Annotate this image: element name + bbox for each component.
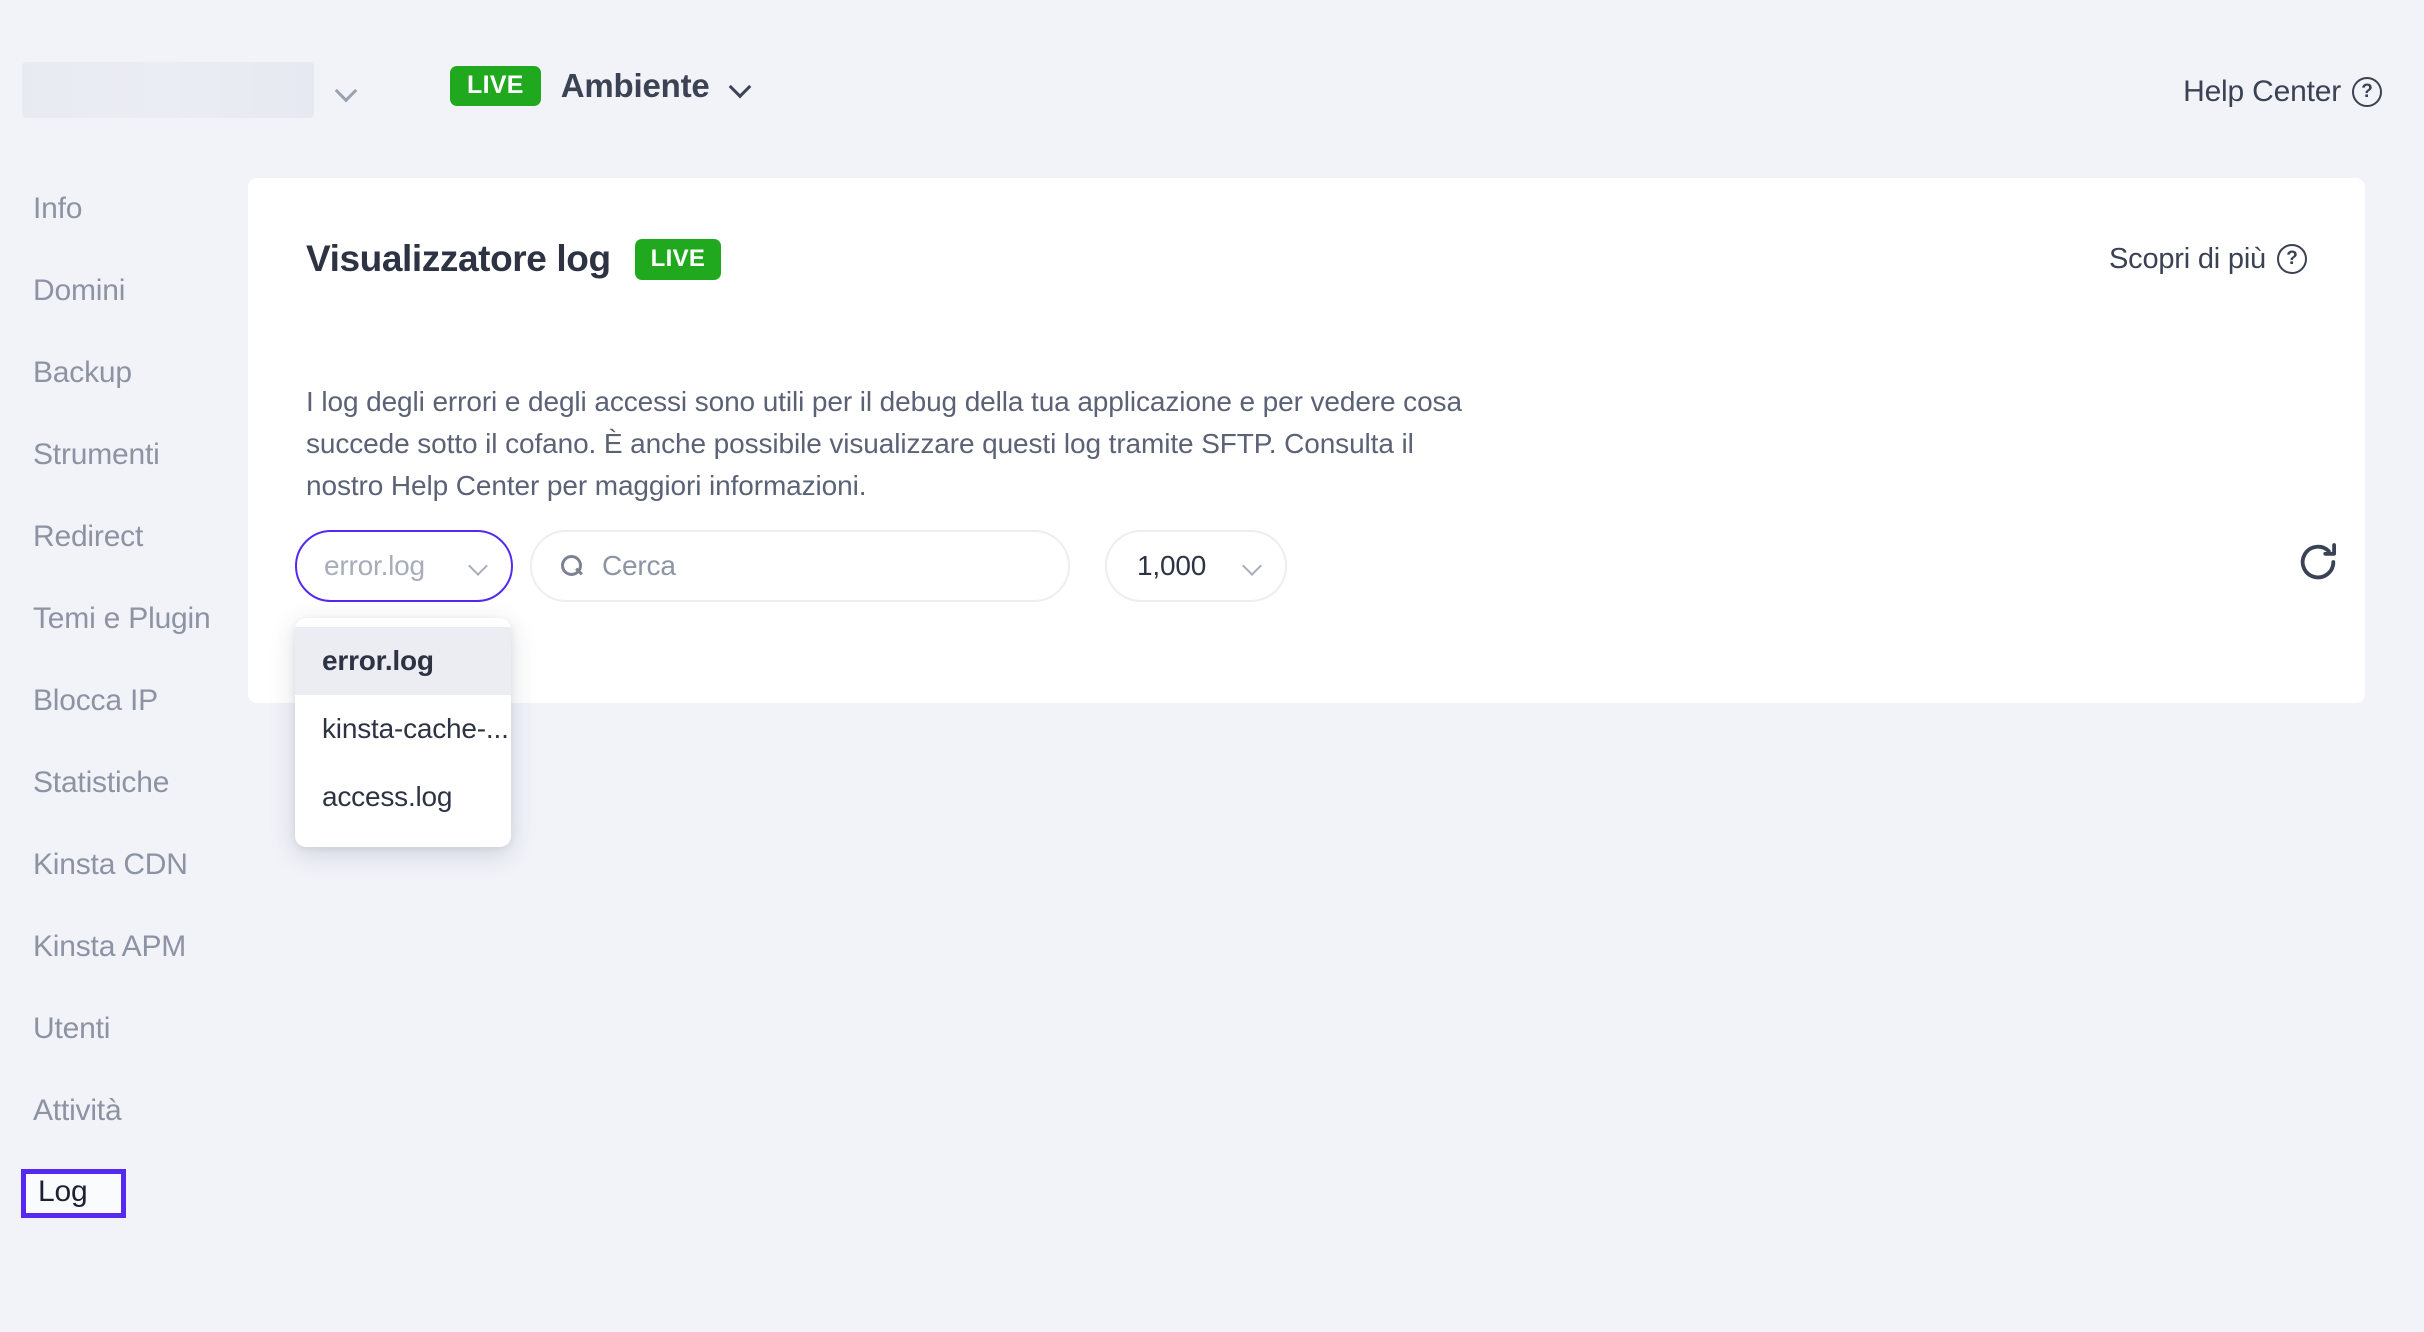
sidebar-item-utenti[interactable]: Utenti bbox=[0, 988, 248, 1070]
dropdown-option-label: error.log bbox=[322, 645, 434, 676]
environment-label: Ambiente bbox=[560, 67, 710, 104]
sidebar-item-label: Strumenti bbox=[33, 438, 160, 471]
sidebar: Info Domini Backup Strumenti Redirect Te… bbox=[0, 168, 248, 1234]
sidebar-item-label: Backup bbox=[33, 356, 132, 389]
sidebar-item-redirect[interactable]: Redirect bbox=[0, 496, 248, 578]
question-mark-icon: ? bbox=[2277, 244, 2307, 274]
page-title: Visualizzatore log bbox=[306, 238, 611, 279]
refresh-button[interactable] bbox=[2295, 540, 2341, 586]
discover-more-label: Scopri di più bbox=[2109, 242, 2266, 275]
sidebar-item-kinsta-cdn[interactable]: Kinsta CDN bbox=[0, 824, 248, 906]
search-placeholder: Cerca bbox=[602, 550, 676, 581]
environment-live-badge: LIVE bbox=[450, 66, 541, 106]
sidebar-item-log[interactable]: Log bbox=[0, 1152, 248, 1234]
card-description: I log degli errori e degli accessi sono … bbox=[306, 386, 1462, 501]
dropdown-option-access-log[interactable]: access.log bbox=[295, 763, 511, 831]
dropdown-option-label: kinsta-cache-... bbox=[322, 713, 509, 744]
sidebar-item-label: Log bbox=[21, 1168, 127, 1218]
sidebar-item-label: Blocca IP bbox=[33, 684, 158, 717]
dropdown-option-label: access.log bbox=[322, 781, 453, 812]
search-icon bbox=[560, 554, 584, 578]
sidebar-item-label: Domini bbox=[33, 274, 126, 307]
sidebar-item-strumenti[interactable]: Strumenti bbox=[0, 414, 248, 496]
refresh-icon bbox=[2300, 543, 2337, 580]
chevron-down-icon bbox=[1243, 555, 1265, 577]
sidebar-item-label: Utenti bbox=[33, 1012, 111, 1045]
sidebar-item-label: Statistiche bbox=[33, 766, 170, 799]
chevron-down-icon bbox=[469, 555, 491, 577]
top-bar: LIVE Ambiente Help Center ? bbox=[0, 0, 2424, 148]
chevron-down-icon[interactable] bbox=[336, 79, 358, 101]
help-center-label: Help Center bbox=[2183, 75, 2341, 108]
lines-count-select[interactable]: 1,000 bbox=[1105, 530, 1287, 602]
sidebar-item-label: Kinsta APM bbox=[33, 930, 187, 963]
sidebar-item-domini[interactable]: Domini bbox=[0, 250, 248, 332]
chevron-down-icon[interactable] bbox=[730, 75, 752, 97]
lines-count-value: 1,000 bbox=[1137, 550, 1207, 581]
search-input[interactable]: Cerca bbox=[530, 530, 1070, 602]
sidebar-item-blocca-ip[interactable]: Blocca IP bbox=[0, 660, 248, 742]
sidebar-item-label: Kinsta CDN bbox=[33, 848, 188, 881]
sidebar-item-temi-e-plugin[interactable]: Temi e Plugin bbox=[0, 578, 248, 660]
log-file-select[interactable]: error.log bbox=[295, 530, 513, 602]
card-header: Visualizzatore log LIVE Scopri di più ? bbox=[306, 238, 2307, 280]
discover-more-link[interactable]: Scopri di più ? bbox=[2109, 243, 2307, 276]
sidebar-item-backup[interactable]: Backup bbox=[0, 332, 248, 414]
sidebar-item-label: Info bbox=[33, 192, 83, 225]
log-file-select-value: error.log bbox=[324, 550, 425, 581]
sidebar-item-info[interactable]: Info bbox=[0, 168, 248, 250]
environment-selector[interactable]: LIVE Ambiente bbox=[450, 66, 752, 106]
help-center-link[interactable]: Help Center ? bbox=[2183, 75, 2382, 109]
site-selector[interactable] bbox=[22, 62, 358, 118]
question-mark-icon: ? bbox=[2352, 77, 2382, 107]
sidebar-item-attivita[interactable]: Attività bbox=[0, 1070, 248, 1152]
log-viewer-card: Visualizzatore log LIVE Scopri di più ? … bbox=[248, 178, 2365, 703]
card-live-badge: LIVE bbox=[634, 238, 722, 280]
log-file-dropdown-menu: error.log kinsta-cache-... access.log bbox=[295, 618, 511, 847]
site-name-redacted bbox=[22, 62, 314, 118]
sidebar-item-statistiche[interactable]: Statistiche bbox=[0, 742, 248, 824]
dropdown-option-kinsta-cache[interactable]: kinsta-cache-... bbox=[295, 695, 511, 763]
sidebar-item-label: Attività bbox=[33, 1094, 122, 1127]
sidebar-item-label: Temi e Plugin bbox=[33, 602, 211, 635]
dropdown-option-error-log[interactable]: error.log bbox=[295, 627, 511, 695]
sidebar-item-kinsta-apm[interactable]: Kinsta APM bbox=[0, 906, 248, 988]
sidebar-item-label: Redirect bbox=[33, 520, 144, 553]
